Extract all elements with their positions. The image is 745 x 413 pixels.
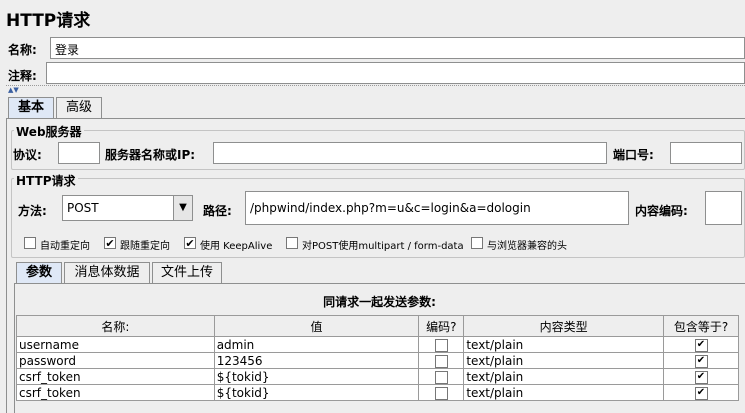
param-name[interactable]: csrf_token (16, 368, 215, 385)
name-label: 名称: (8, 43, 37, 57)
include-equals-checkbox[interactable]: ✔ (694, 386, 708, 400)
col-header-value[interactable]: 值 (213, 315, 420, 337)
tab-parameters[interactable]: 参数 (16, 262, 62, 283)
encode-checkbox[interactable] (434, 370, 448, 384)
params-header-row: 名称: 值 编码? 内容类型 包含等于? (16, 315, 739, 337)
panel-title: HTTP请求 (6, 11, 91, 31)
param-value[interactable]: ${tokid} (213, 368, 420, 385)
comment-label: 注释: (8, 69, 37, 83)
include-equals-checkbox[interactable]: ✔ (694, 338, 708, 352)
follow-redirect-checkbox[interactable]: ✔ (104, 237, 116, 249)
encode-checkbox[interactable] (434, 386, 448, 400)
port-label: 端口号: (613, 148, 654, 162)
auto-redirect-label: 自动重定向 (40, 241, 90, 252)
param-content-type[interactable]: text/plain (463, 352, 664, 369)
param-name[interactable]: csrf_token (16, 384, 215, 401)
col-header-encode[interactable]: 编码? (418, 315, 465, 337)
browser-headers-label: 与浏览器兼容的头 (487, 241, 567, 252)
method-label: 方法: (18, 204, 47, 218)
param-content-type[interactable]: text/plain (463, 336, 664, 353)
param-value[interactable]: 123456 (213, 352, 420, 369)
method-value: POST (67, 201, 99, 215)
collapse-arrows-icon[interactable]: ▲▼ (8, 86, 19, 94)
table-row[interactable]: csrf_token ${tokid} text/plain ✔ (16, 368, 739, 385)
encoding-label: 内容编码: (635, 204, 688, 218)
keepalive-label: 使用 KeepAlive (200, 241, 273, 252)
col-header-content-type[interactable]: 内容类型 (463, 315, 664, 337)
params-title: 同请求一起发送参数: (323, 295, 436, 309)
chevron-down-icon[interactable]: ▼ (173, 196, 192, 220)
server-field[interactable] (213, 142, 607, 164)
param-name[interactable]: username (16, 336, 215, 353)
encoding-field[interactable] (705, 191, 742, 225)
server-label: 服务器名称或IP: (105, 148, 196, 162)
tab-advanced[interactable]: 高级 (56, 97, 102, 118)
follow-redirect-label: 跟随重定向 (120, 241, 170, 252)
col-header-include-equals[interactable]: 包含等于? (663, 315, 739, 337)
keepalive-checkbox[interactable]: ✔ (184, 237, 196, 249)
table-row[interactable]: username admin text/plain ✔ (16, 336, 739, 353)
tab-body-data[interactable]: 消息体数据 (64, 262, 150, 283)
http-request-legend: HTTP请求 (14, 172, 78, 189)
params-table: 名称: 值 编码? 内容类型 包含等于? username admin text… (16, 315, 739, 401)
splitter[interactable]: ▲▼ (6, 85, 745, 94)
web-server-legend: Web服务器 (14, 123, 84, 140)
col-header-name[interactable]: 名称: (16, 315, 215, 337)
protocol-label: 协议: (13, 148, 42, 162)
tab-basic[interactable]: 基本 (8, 97, 54, 118)
name-field[interactable]: 登录 (50, 37, 745, 59)
multipart-label: 对POST使用multipart / form-data (302, 241, 464, 252)
method-select[interactable]: POST ▼ (62, 195, 193, 221)
auto-redirect-checkbox[interactable] (24, 237, 36, 249)
include-equals-checkbox[interactable]: ✔ (694, 370, 708, 384)
path-field[interactable]: /phpwind/index.php?m=u&c=login&a=dologin (245, 191, 629, 225)
tab-files-upload[interactable]: 文件上传 (152, 262, 222, 283)
param-name[interactable]: password (16, 352, 215, 369)
table-row[interactable]: csrf_token ${tokid} text/plain ✔ (16, 384, 739, 401)
table-row[interactable]: password 123456 text/plain ✔ (16, 352, 739, 369)
param-content-type[interactable]: text/plain (463, 384, 664, 401)
port-field[interactable] (670, 142, 742, 164)
browser-headers-checkbox[interactable] (471, 237, 483, 249)
param-value[interactable]: ${tokid} (213, 384, 420, 401)
protocol-field[interactable] (58, 142, 100, 164)
comment-field[interactable] (46, 62, 745, 84)
params-table-container: 名称: 值 编码? 内容类型 包含等于? username admin text… (16, 315, 745, 413)
encode-checkbox[interactable] (434, 338, 448, 352)
param-value[interactable]: admin (213, 336, 420, 353)
param-content-type[interactable]: text/plain (463, 368, 664, 385)
encode-checkbox[interactable] (434, 354, 448, 368)
multipart-checkbox[interactable] (286, 237, 298, 249)
include-equals-checkbox[interactable]: ✔ (694, 354, 708, 368)
path-label: 路径: (203, 204, 232, 218)
